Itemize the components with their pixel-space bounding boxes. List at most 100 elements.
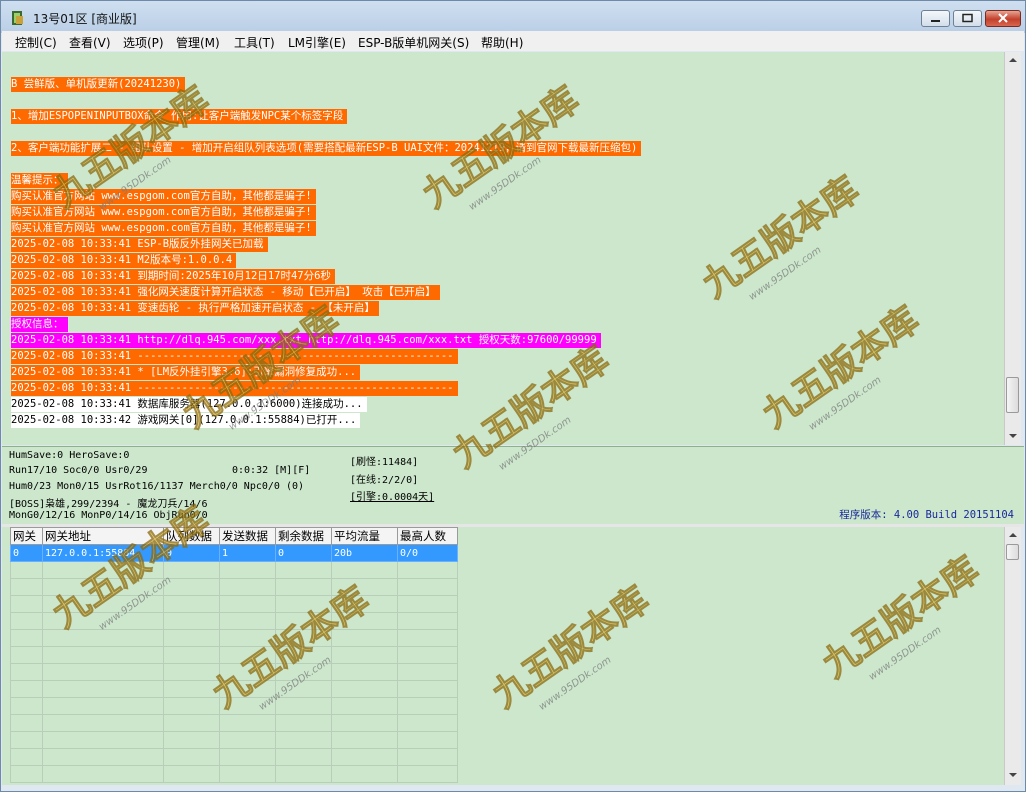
table-cell: [275, 612, 332, 630]
table-cell: [275, 714, 332, 732]
table-cell: [331, 578, 398, 596]
table-cell: [163, 731, 220, 749]
table-cell: 1: [219, 544, 276, 562]
table-cell: 20b: [331, 544, 398, 562]
table-cell: [10, 646, 43, 664]
table-row[interactable]: [10, 714, 458, 732]
status-run: Run17/10 Soc0/0 Usr0/29: [9, 465, 148, 476]
table-cell: [163, 765, 220, 783]
status-timer: 0:0:32 [M][F]: [232, 465, 311, 476]
column-header[interactable]: 队列数据: [163, 527, 220, 545]
table-cell: [331, 680, 398, 698]
table-row[interactable]: [10, 629, 458, 647]
table-cell: [163, 578, 220, 596]
column-header[interactable]: 最高人数: [397, 527, 458, 545]
table-cell: [42, 765, 164, 783]
table-cell: [397, 765, 458, 783]
column-header[interactable]: 平均流量: [331, 527, 398, 545]
log-panel[interactable]: B 尝鲜版、单机版更新(20241230) 1、增加ESPOPENINPUTBOX…: [2, 52, 1005, 445]
table-cell: [397, 578, 458, 596]
grid-scrollbar[interactable]: [1004, 527, 1021, 785]
log-line: 2025-02-08 10:33:41 数据库服务器(127.0.0.1:600…: [11, 397, 367, 412]
log-line: 2025-02-08 10:33:41 M2版本号:1.0.0.4: [11, 253, 237, 268]
menu-esp-gateway[interactable]: ESP-B版单机网关(S): [358, 34, 469, 51]
menu-view[interactable]: 查看(V): [69, 34, 111, 51]
table-cell: [331, 697, 398, 715]
title-bar[interactable]: 13号01区 [商业版]: [1, 1, 1025, 33]
table-cell: [275, 697, 332, 715]
table-cell: [397, 680, 458, 698]
menu-help[interactable]: 帮助(H): [481, 34, 523, 51]
menu-control[interactable]: 控制(C): [15, 34, 57, 51]
status-engine: [引擎:0.0004天]: [350, 492, 435, 503]
table-cell: [331, 748, 398, 766]
minimize-button[interactable]: [921, 10, 950, 27]
table-row[interactable]: [10, 748, 458, 766]
grid-scroll-up-icon[interactable]: [1009, 533, 1017, 537]
log-scroll-thumb[interactable]: [1006, 377, 1019, 413]
table-cell: [10, 697, 43, 715]
menu-tools[interactable]: 工具(T): [234, 34, 275, 51]
table-row[interactable]: [10, 697, 458, 715]
column-header[interactable]: 发送数据: [219, 527, 276, 545]
table-row[interactable]: [10, 561, 458, 579]
table-cell: [219, 646, 276, 664]
table-cell: [397, 595, 458, 613]
log-scrollbar[interactable]: [1004, 52, 1021, 445]
table-row[interactable]: [10, 680, 458, 698]
table-row[interactable]: [10, 731, 458, 749]
table-cell: [219, 680, 276, 698]
table-cell: [219, 578, 276, 596]
grid-scroll-down-icon[interactable]: [1009, 773, 1017, 777]
table-cell: [42, 697, 164, 715]
table-cell: [219, 663, 276, 681]
log-line: 2、客户端功能扩展二 - 组队设置 - 增加开启组队列表选项(需要搭配最新ESP…: [11, 141, 642, 156]
table-cell: [275, 595, 332, 613]
table-cell: [397, 646, 458, 664]
table-cell: [163, 612, 220, 630]
log-line: 2025-02-08 10:33:41 强化网关速度计算开启状态 - 移动【已开…: [11, 285, 440, 300]
table-cell: [42, 646, 164, 664]
table-cell: [331, 595, 398, 613]
table-row[interactable]: 0 127.0.0.1:55884 0 1 0 20b 0/0: [10, 544, 458, 562]
table-cell: 0: [10, 544, 43, 562]
maximize-button[interactable]: [953, 10, 982, 27]
log-line: 温馨提示：: [11, 173, 68, 188]
log-line: 2025-02-08 10:33:41 到期时间:2025年10月12日17时4…: [11, 269, 335, 284]
table-row[interactable]: [10, 595, 458, 613]
table-row[interactable]: [10, 663, 458, 681]
gateway-table: 网关 网关地址 队列数据 发送数据 剩余数据 平均流量 最高人数 0 127.0.0.1:55…: [10, 527, 458, 783]
table-cell: [10, 595, 43, 613]
log-line: 1、增加ESPOPENINPUTBOX命令 作用:让客户端触发NPC某个标签字段: [11, 109, 348, 124]
log-line: 2025-02-08 10:33:42 游戏网关[0](127.0.0.1:55…: [11, 413, 361, 428]
table-cell: [397, 629, 458, 647]
menu-manage[interactable]: 管理(M): [176, 34, 220, 51]
table-row[interactable]: [10, 612, 458, 630]
grid-scroll-thumb[interactable]: [1006, 544, 1019, 560]
column-header[interactable]: 网关地址: [42, 527, 164, 545]
table-row[interactable]: [10, 765, 458, 783]
close-button[interactable]: [985, 10, 1021, 27]
scroll-down-icon[interactable]: [1009, 434, 1017, 438]
table-cell: [397, 731, 458, 749]
table-row[interactable]: [10, 578, 458, 596]
scroll-up-icon[interactable]: [1009, 58, 1017, 62]
table-cell: [275, 663, 332, 681]
table-cell: [219, 561, 276, 579]
menu-lm-engine[interactable]: LM引擎(E): [288, 34, 346, 51]
table-cell: [219, 595, 276, 613]
table-cell: [163, 646, 220, 664]
table-row[interactable]: [10, 646, 458, 664]
table-cell: [10, 612, 43, 630]
table-cell: [397, 748, 458, 766]
status-panel: HumSave:0 HeroSave:0 Run17/10 Soc0/0 Usr…: [2, 446, 1024, 527]
table-cell: [42, 680, 164, 698]
menu-options[interactable]: 选项(P): [123, 34, 164, 51]
table-cell: [275, 578, 332, 596]
table-cell: [275, 680, 332, 698]
column-header[interactable]: 网关: [10, 527, 43, 545]
column-header[interactable]: 剩余数据: [275, 527, 332, 545]
status-save: HumSave:0 HeroSave:0: [9, 450, 130, 461]
table-cell: [331, 714, 398, 732]
status-refresh: [刷怪:11484]: [350, 457, 419, 468]
